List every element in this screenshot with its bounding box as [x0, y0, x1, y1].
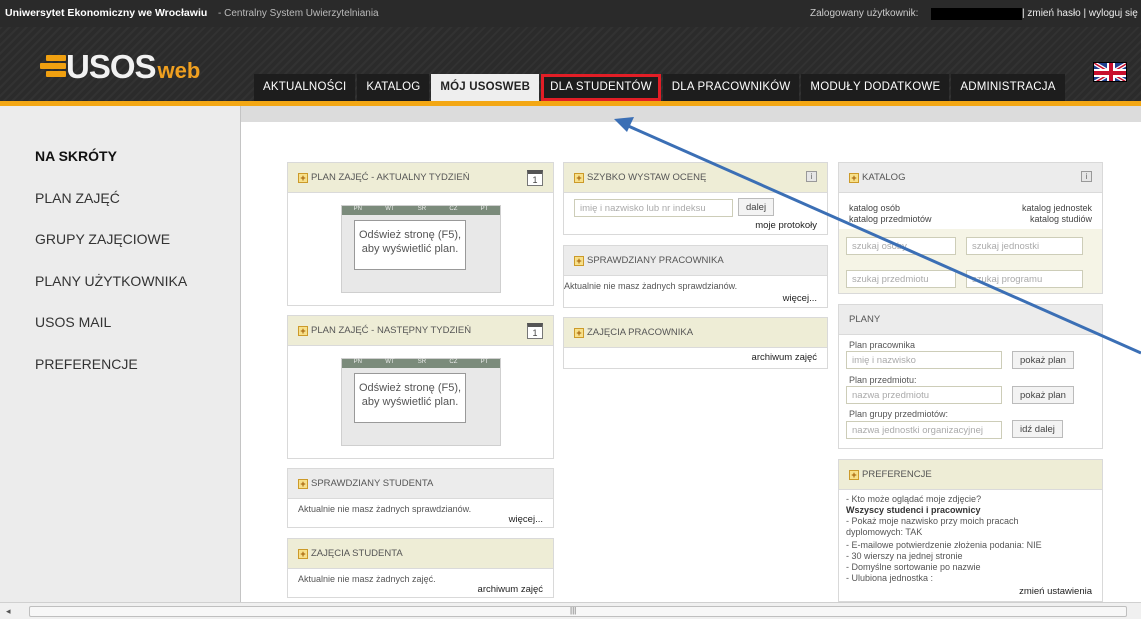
scroll-track[interactable]	[29, 606, 1127, 617]
scroll-grip-icon[interactable]: |||	[570, 606, 576, 615]
horizontal-scrollbar[interactable]: ◂ |||	[0, 602, 1141, 619]
annotation-arrow	[614, 117, 1141, 355]
scroll-left-icon[interactable]: ◂	[6, 606, 11, 617]
